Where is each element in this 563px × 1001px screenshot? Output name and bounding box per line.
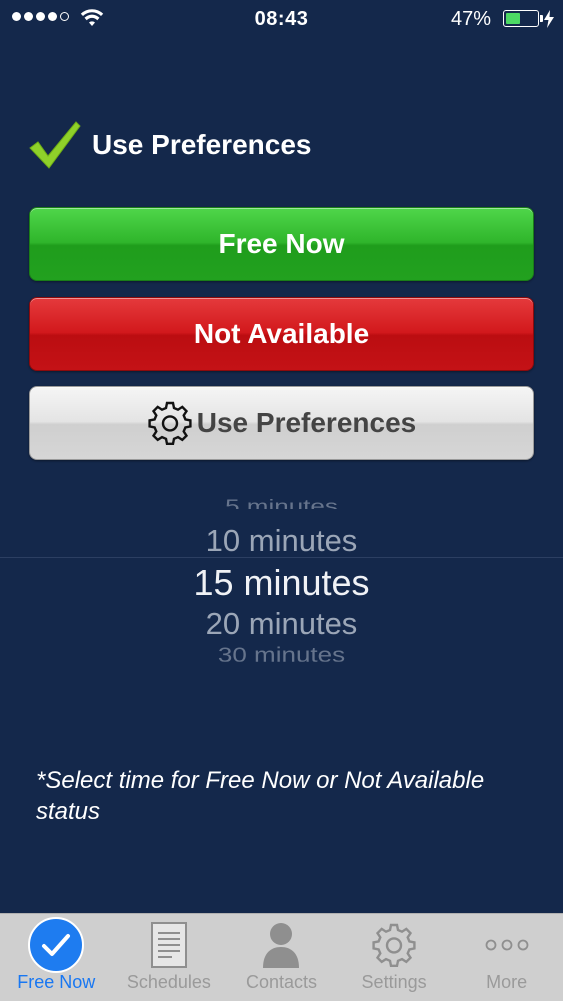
gear-icon xyxy=(148,401,192,445)
tab-bar: Free Now Schedules Contacts Settings Mor… xyxy=(0,913,563,1001)
tab-label: Settings xyxy=(361,972,427,992)
picker-option[interactable]: 30 minutes xyxy=(0,644,563,662)
not-available-button[interactable]: Not Available xyxy=(29,297,534,371)
more-dots-icon xyxy=(485,939,529,951)
picker-option[interactable]: 5 minutes xyxy=(0,495,563,509)
person-icon xyxy=(263,923,300,968)
gear-icon xyxy=(372,923,416,967)
header-title: Use Preferences xyxy=(92,129,312,160)
use-preferences-label: Use Preferences xyxy=(196,407,417,438)
picker-option-selected[interactable]: 15 minutes xyxy=(0,562,563,604)
free-now-label: Free Now xyxy=(218,228,345,259)
tab-label: More xyxy=(486,972,528,992)
free-now-button[interactable]: Free Now xyxy=(29,207,534,281)
tab-schedules[interactable]: Schedules xyxy=(113,914,226,1001)
picker-option[interactable]: 20 minutes xyxy=(0,606,563,642)
battery-icon xyxy=(503,10,539,27)
time-picker[interactable]: 5 minutes 10 minutes 15 minutes 20 minut… xyxy=(0,490,563,670)
not-available-label: Not Available xyxy=(193,318,370,349)
tab-label: Schedules xyxy=(126,972,211,992)
tab-contacts[interactable]: Contacts xyxy=(225,914,338,1001)
status-bar: 08:43 47% xyxy=(0,0,563,38)
preferences-header: Use Preferences xyxy=(28,118,311,172)
tab-label: Free Now xyxy=(17,972,96,992)
footnote-text: *Select time for Free Now or Not Availab… xyxy=(36,767,485,825)
picker-option[interactable]: 10 minutes xyxy=(0,523,563,559)
checkmark-circle-icon xyxy=(28,917,85,973)
use-preferences-button[interactable]: Use Preferences xyxy=(29,386,534,460)
checkmark-icon xyxy=(29,121,81,169)
tab-label: Contacts xyxy=(245,972,317,992)
battery-percentage: 47% xyxy=(450,8,491,30)
tab-more[interactable]: More xyxy=(450,914,563,1001)
document-icon xyxy=(150,922,187,968)
charging-bolt-icon xyxy=(544,10,554,28)
tab-free-now[interactable]: Free Now xyxy=(0,914,113,1001)
tab-settings[interactable]: Settings xyxy=(338,914,451,1001)
